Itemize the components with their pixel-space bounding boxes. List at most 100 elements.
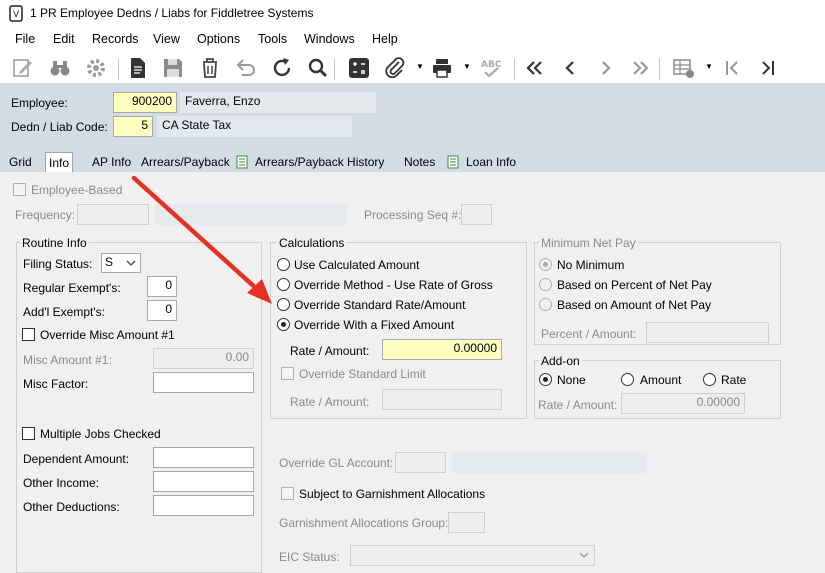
last-icon[interactable] <box>756 56 780 80</box>
rate-amount-field[interactable]: 0.00000 <box>382 339 502 360</box>
radio-selected-dot <box>281 322 286 327</box>
override-method-radio[interactable] <box>277 278 290 291</box>
svg-text:ABC: ABC <box>481 60 502 70</box>
override-misc-checkbox[interactable] <box>22 328 35 341</box>
addl-exempts-field[interactable]: 0 <box>147 300 177 321</box>
printer-icon[interactable] <box>430 56 454 80</box>
tab-arrears-payback[interactable]: Arrears/Payback <box>141 152 230 172</box>
add-on-rate-radio[interactable] <box>703 373 716 386</box>
last-record-icon[interactable] <box>629 56 653 80</box>
refresh-icon[interactable] <box>270 56 294 80</box>
other-deductions-label: Other Deductions: <box>23 500 120 514</box>
calculations-title: Calculations <box>277 236 347 250</box>
misc-factor-field[interactable] <box>153 372 254 393</box>
search-icon[interactable] <box>306 56 330 80</box>
add-on-title: Add-on <box>539 354 582 368</box>
edit-icon[interactable] <box>11 56 35 80</box>
employee-name-field: Faverra, Enzo <box>180 92 376 113</box>
dedn-code-field[interactable]: 5 <box>113 116 153 137</box>
filing-status-label: Filing Status: <box>23 257 93 271</box>
no-minimum-radio[interactable] <box>539 258 552 271</box>
save-icon[interactable] <box>161 56 185 80</box>
percent-net-pay-radio[interactable] <box>539 278 552 291</box>
regular-exempts-field[interactable]: 0 <box>147 276 177 297</box>
title-bar: V 1 PR Employee Dedns / Liabs for Fiddle… <box>0 0 825 28</box>
percent-amount-field[interactable] <box>646 322 769 343</box>
no-minimum-label: No Minimum <box>557 258 625 272</box>
calculator-icon[interactable] <box>347 56 371 80</box>
chevron-down-icon[interactable]: ▼ <box>705 62 713 71</box>
frequency-description <box>155 204 347 225</box>
override-standard-rate-label: Override Standard Rate/Amount <box>294 298 466 312</box>
override-standard-limit-label: Override Standard Limit <box>299 367 426 381</box>
add-on-rate-amount-field[interactable]: 0.00000 <box>621 393 745 414</box>
override-gl-description <box>452 452 647 473</box>
garnishment-group-field[interactable] <box>448 512 485 533</box>
other-income-field[interactable] <box>153 471 254 492</box>
add-on-amount-radio[interactable] <box>621 373 634 386</box>
tab-grid[interactable]: Grid <box>9 152 32 172</box>
garnishment-group-label: Garnishment Allocations Group: <box>279 516 449 530</box>
toolbar-separator <box>118 58 119 80</box>
chevron-down-icon <box>579 552 589 558</box>
grid-view-icon[interactable] <box>672 56 696 80</box>
previous-record-icon[interactable] <box>558 56 582 80</box>
amount-net-pay-radio[interactable] <box>539 298 552 311</box>
dependent-amount-field[interactable] <box>153 447 254 468</box>
menu-view[interactable]: View <box>153 32 180 46</box>
menu-help[interactable]: Help <box>372 32 398 46</box>
processing-seq-field[interactable] <box>461 204 492 225</box>
add-on-none-radio[interactable] <box>539 373 552 386</box>
spellcheck-icon[interactable]: ABC <box>479 56 503 80</box>
add-on-rate-amount-label: Rate / Amount: <box>538 398 618 412</box>
add-on-none-label: None <box>557 373 586 387</box>
frequency-label: Frequency: <box>15 208 76 222</box>
toolbar <box>0 52 825 84</box>
override-fixed-amount-radio[interactable] <box>277 318 290 331</box>
other-deductions-field[interactable] <box>153 495 254 516</box>
undo-icon[interactable] <box>234 56 258 80</box>
dependent-amount-label: Dependent Amount: <box>23 452 130 466</box>
use-calculated-label: Use Calculated Amount <box>294 258 420 272</box>
first-icon[interactable] <box>720 56 744 80</box>
garnishment-checkbox[interactable] <box>281 487 294 500</box>
add-on-amount-label: Amount <box>640 373 682 387</box>
chevron-down-icon[interactable]: ▼ <box>416 62 424 71</box>
override-standard-limit-checkbox[interactable] <box>281 367 294 380</box>
menu-options[interactable]: Options <box>197 32 240 46</box>
use-calculated-radio[interactable] <box>277 258 290 271</box>
limit-rate-amount-field[interactable] <box>382 389 502 410</box>
gear-icon[interactable] <box>84 56 108 80</box>
tab-notes[interactable]: Notes <box>404 152 435 172</box>
first-record-icon[interactable] <box>522 56 546 80</box>
menu-edit[interactable]: Edit <box>53 32 75 46</box>
next-record-icon[interactable] <box>594 56 618 80</box>
tab-arrears-payback-history[interactable]: Arrears/Payback History <box>255 152 384 172</box>
eic-status-select[interactable] <box>350 545 595 566</box>
multiple-jobs-checkbox[interactable] <box>22 427 35 440</box>
filing-status-select[interactable]: S <box>101 253 141 273</box>
menu-tools[interactable]: Tools <box>258 32 287 46</box>
override-standard-rate-radio[interactable] <box>277 298 290 311</box>
frequency-field[interactable] <box>77 204 149 225</box>
employee-based-checkbox[interactable] <box>13 183 26 196</box>
multiple-jobs-label: Multiple Jobs Checked <box>40 427 161 441</box>
override-gl-field[interactable] <box>395 452 446 473</box>
app-icon: V <box>9 5 23 22</box>
menu-records[interactable]: Records <box>92 32 139 46</box>
tab-ap-info[interactable]: AP Info <box>92 152 131 172</box>
attachment-icon[interactable] <box>383 56 407 80</box>
binoculars-icon[interactable] <box>48 56 72 80</box>
document-icon[interactable] <box>126 56 150 80</box>
override-gl-label: Override GL Account: <box>279 456 394 470</box>
chevron-down-icon[interactable]: ▼ <box>463 62 471 71</box>
filing-status-value: S <box>105 255 114 269</box>
menu-file[interactable]: File <box>15 32 35 46</box>
tab-info[interactable]: Info <box>45 152 74 173</box>
menu-windows[interactable]: Windows <box>304 32 355 46</box>
misc-amount-field[interactable]: 0.00 <box>153 348 254 369</box>
regular-exempts-label: Regular Exempt's: <box>23 281 121 295</box>
delete-icon[interactable] <box>198 56 222 80</box>
employee-id-field[interactable]: 900200 <box>113 92 177 113</box>
tab-loan-info[interactable]: Loan Info <box>466 152 516 172</box>
